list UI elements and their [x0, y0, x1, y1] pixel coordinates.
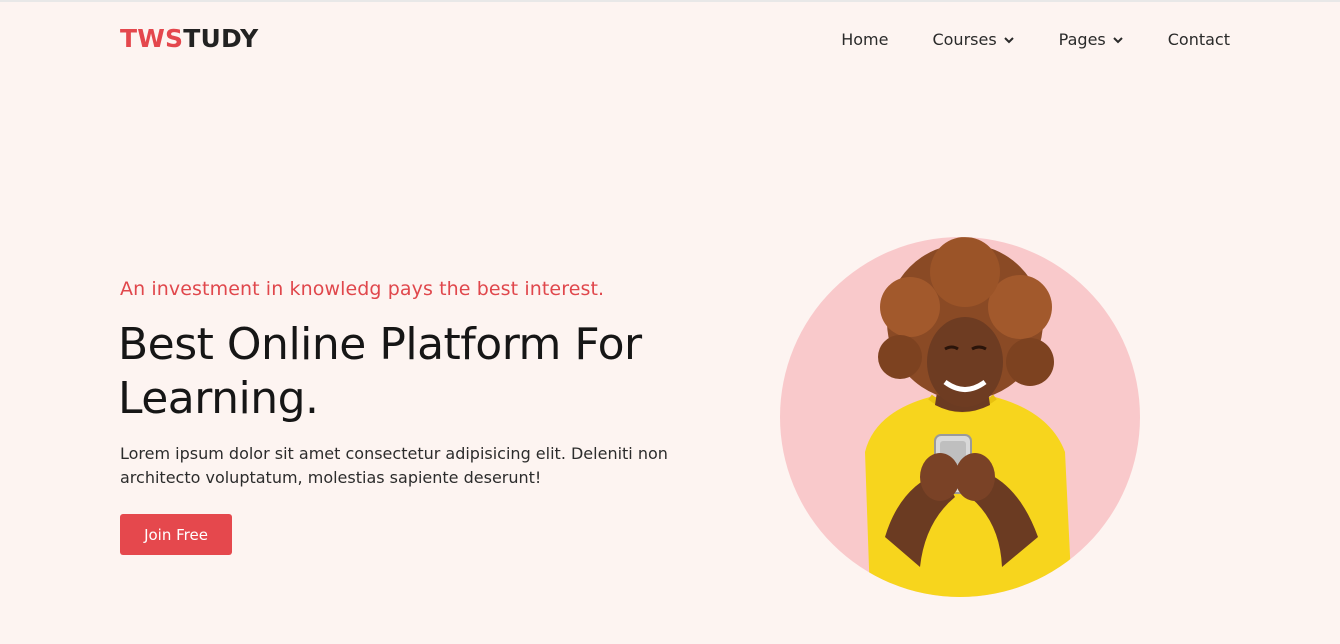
nav-item-courses[interactable]: Courses [932, 30, 1014, 49]
hero-headline: Best Online Platform For Learning. [118, 318, 718, 426]
headline-line-1: Best Online Platform For [118, 319, 642, 370]
nav-item-home[interactable]: Home [841, 30, 888, 49]
nav-item-label: Contact [1167, 30, 1230, 49]
chevron-down-icon [1113, 36, 1123, 43]
nav-item-contact[interactable]: Contact [1168, 30, 1230, 49]
landing-page: TWSTUDY Home Courses Pages Contact An in… [0, 0, 1340, 644]
nav-item-label: Pages [1058, 30, 1106, 49]
logo-accent: TWS [120, 24, 184, 53]
main-nav: Home Courses Pages Contact [841, 30, 1230, 49]
person-illustration [865, 237, 1072, 597]
nav-item-label: Home [841, 30, 889, 49]
nav-item-label: Courses [932, 30, 997, 49]
hero-description: Lorem ipsum dolor sit amet consectetur a… [120, 444, 668, 487]
nav-item-pages[interactable]: Pages [1059, 30, 1124, 49]
chevron-down-icon [1003, 36, 1014, 43]
logo-rest: TUDY [183, 24, 259, 53]
hero-tagline: An investment in knowledg pays the best … [120, 278, 605, 300]
headline-line-2: Learning. [118, 373, 319, 424]
logo[interactable]: TWSTUDY [120, 24, 258, 53]
join-free-button[interactable]: Join Free [120, 514, 232, 555]
hero-image [780, 237, 1140, 597]
